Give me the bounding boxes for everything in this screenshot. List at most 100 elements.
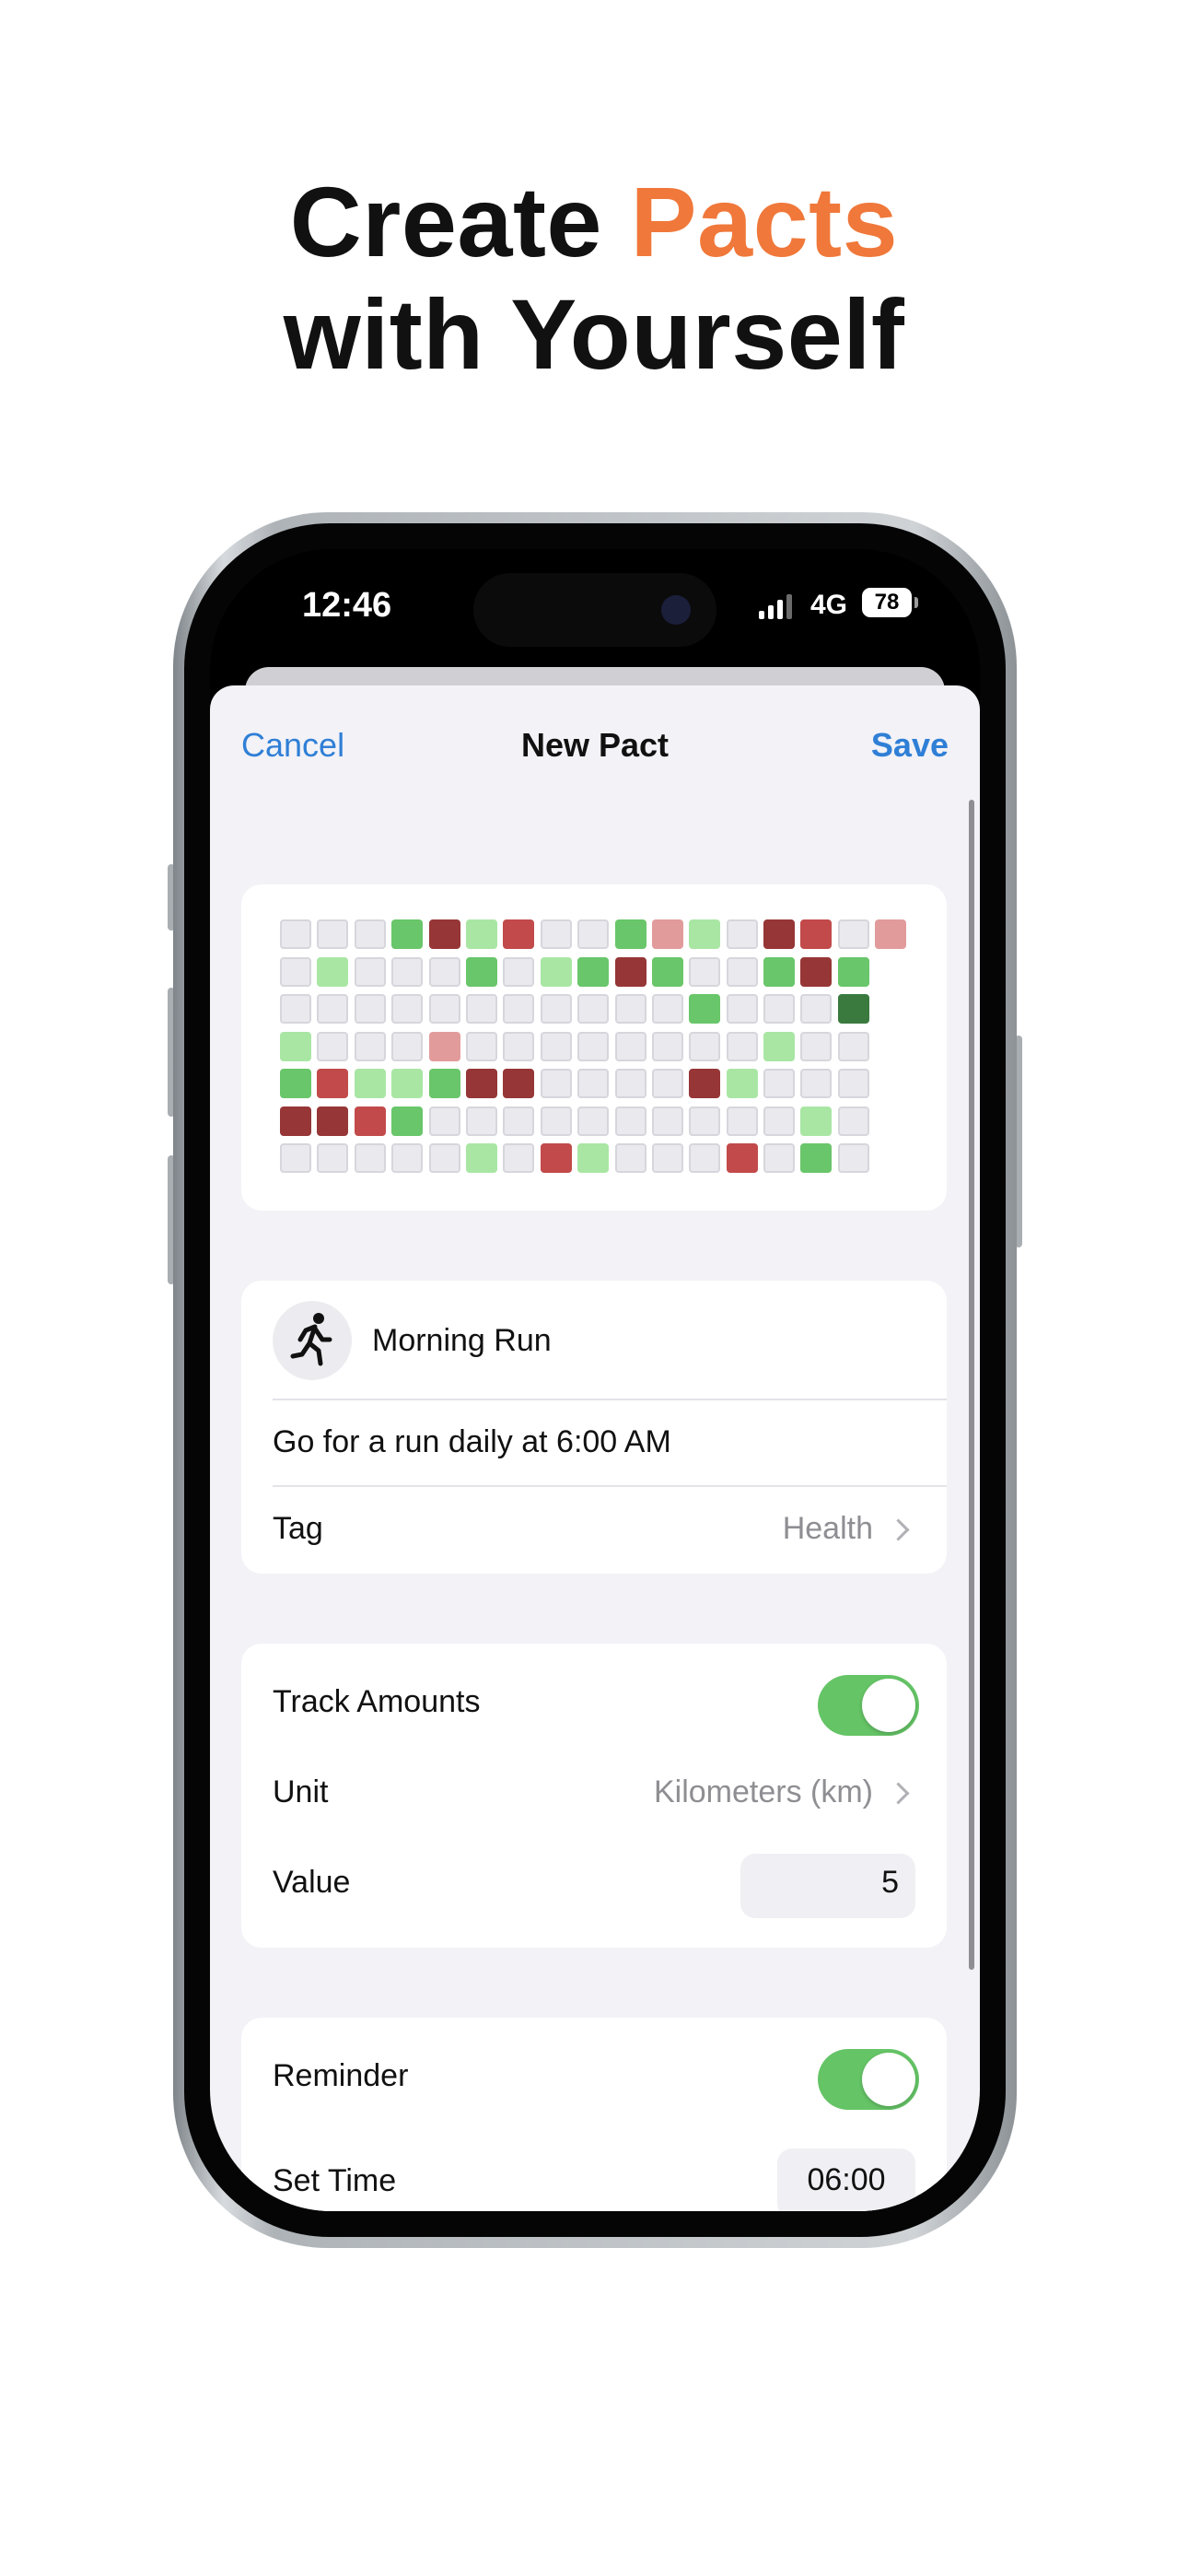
network-type: 4G [810, 590, 848, 620]
heatmap-card [241, 884, 947, 1211]
icon-picker-button[interactable] [273, 1301, 352, 1380]
heatmap-cell [428, 919, 460, 949]
status-time: 12:46 [302, 586, 392, 625]
heatmap-cell [763, 1143, 796, 1173]
heatmap-cell [354, 956, 386, 987]
phone-screen: 12:46 4G 78 New Pact Cancel Save Morning… [210, 549, 980, 2211]
heatmap-cell [428, 956, 460, 987]
divider [273, 1399, 947, 1400]
heatmap-cell [651, 956, 683, 987]
heatmap-cell [837, 919, 869, 949]
heatmap-cell [651, 1143, 683, 1173]
reminder-toggle[interactable] [818, 2049, 919, 2110]
heatmap-cell [837, 994, 869, 1024]
unit-value: Kilometers (km) [653, 1774, 873, 1809]
heatmap-cell [280, 1106, 311, 1136]
heatmap-cell [577, 1143, 610, 1173]
scroll-indicator[interactable] [969, 800, 974, 1970]
heatmap-cell [428, 1069, 460, 1098]
heatmap-cell [280, 956, 311, 987]
battery-tip [914, 597, 918, 608]
heatmap-cell [317, 919, 349, 949]
heatmap-cell [354, 1069, 386, 1098]
heatmap-cell [800, 994, 833, 1024]
running-person-icon [290, 1313, 332, 1366]
heatmap-cell [577, 1069, 610, 1098]
heatmap-cell [354, 1143, 386, 1173]
heatmap-cell [465, 919, 497, 949]
heatmap-cell [391, 1106, 424, 1136]
value-input[interactable]: 5 [740, 1854, 915, 1918]
heatmap-cell [280, 919, 311, 949]
time-picker-button[interactable]: 06:00 [777, 2149, 915, 2211]
headline-text: Create [289, 166, 631, 277]
heatmap-cell [317, 1031, 349, 1061]
heatmap-cell [503, 1031, 535, 1061]
tag-row[interactable]: Tag Health [241, 1487, 947, 1574]
reminder-label: Reminder [273, 2058, 409, 2093]
heatmap-cell [465, 994, 497, 1024]
unit-row[interactable]: Unit Kilometers (km) [241, 1752, 947, 1835]
heatmap-cell [540, 1069, 572, 1098]
heatmap-cell [689, 1031, 721, 1061]
heatmap-cell [577, 994, 610, 1024]
heatmap-cell [540, 956, 572, 987]
heatmap-cell [689, 956, 721, 987]
battery-icon: 78 [862, 588, 912, 617]
save-button[interactable]: Save [871, 726, 949, 765]
heatmap-cell [726, 1069, 758, 1098]
heatmap-cell [391, 956, 424, 987]
value-input-text: 5 [881, 1865, 899, 1900]
heatmap-cell [354, 994, 386, 1024]
heatmap-cell [280, 1143, 311, 1173]
heatmap-cell [354, 1031, 386, 1061]
heatmap-cell [317, 994, 349, 1024]
heatmap-cell [614, 1031, 646, 1061]
heatmap-cell [614, 1143, 646, 1173]
heatmap-cell [465, 1143, 497, 1173]
heatmap-cell [726, 994, 758, 1024]
heatmap-cell [689, 919, 721, 949]
cancel-button[interactable]: Cancel [241, 726, 344, 765]
heatmap-cell [689, 1143, 721, 1173]
heatmap-cell [763, 1106, 796, 1136]
pact-details-card: Morning Run Go for a run daily at 6:00 A… [241, 1281, 947, 1574]
reminder-card: Reminder Set Time 06:00 [241, 2018, 947, 2211]
heatmap-cell [465, 1106, 497, 1136]
heatmap-cell [800, 1069, 833, 1098]
heatmap-cell [503, 1106, 535, 1136]
activity-heatmap [280, 919, 907, 1173]
heatmap-cell [280, 1031, 311, 1061]
set-time-label: Set Time [273, 2163, 397, 2198]
heatmap-cell [726, 919, 758, 949]
headline-line-1: Create Pacts [0, 166, 1188, 278]
pact-description-field[interactable]: Go for a run daily at 6:00 AM [273, 1424, 671, 1460]
camera-icon [661, 595, 691, 625]
headline: Create Pacts with Yourself [0, 166, 1188, 391]
heatmap-cell [651, 1031, 683, 1061]
heatmap-cell [689, 994, 721, 1024]
heatmap-cell [503, 956, 535, 987]
heatmap-cell [726, 956, 758, 987]
heatmap-cell [428, 1106, 460, 1136]
track-amounts-toggle[interactable] [818, 1675, 919, 1736]
app-store-screenshot: Create Pacts with Yourself 12:46 4G 78 N… [0, 0, 1188, 2576]
pact-name-field[interactable]: Morning Run [372, 1323, 552, 1359]
heatmap-cell [651, 919, 683, 949]
heatmap-cell [317, 956, 349, 987]
tag-label: Tag [273, 1511, 323, 1546]
heatmap-cell [391, 994, 424, 1024]
heatmap-cell [726, 1106, 758, 1136]
toggle-knob [862, 1679, 915, 1732]
heatmap-cell [354, 1106, 386, 1136]
heatmap-cell [763, 1031, 796, 1061]
heatmap-cell [577, 956, 610, 987]
heatmap-cell [577, 1031, 610, 1061]
value-label: Value [273, 1865, 351, 1900]
heatmap-cell [317, 1106, 349, 1136]
heatmap-cell [391, 1031, 424, 1061]
heatmap-cell [503, 1069, 535, 1098]
headline-accent: Pacts [630, 166, 899, 277]
headline-line-2: with Yourself [283, 278, 905, 390]
heatmap-cell [391, 1069, 424, 1098]
